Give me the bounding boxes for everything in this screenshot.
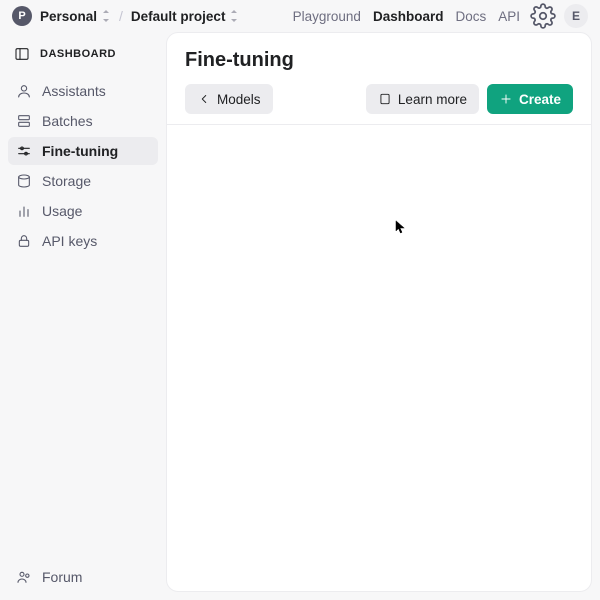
sidebar-title: DASHBOARD (8, 42, 158, 76)
back-label: Models (217, 92, 261, 107)
sidebar-item-forum[interactable]: Forum (8, 563, 158, 591)
topnav-playground[interactable]: Playground (291, 5, 363, 28)
sidebar-item-label: Forum (42, 569, 82, 585)
settings-button[interactable] (530, 3, 556, 29)
project-name: Default project (131, 9, 226, 24)
batches-icon (16, 113, 32, 129)
chevron-left-icon (197, 92, 211, 106)
cursor-icon (395, 220, 405, 234)
book-icon (378, 92, 392, 106)
create-button[interactable]: Create (487, 84, 573, 114)
topnav-api[interactable]: API (496, 5, 522, 28)
plus-icon (499, 92, 513, 106)
breadcrumb-sep: / (119, 8, 123, 24)
sidebar: DASHBOARD Assistants Batches Fine-tuning… (0, 32, 166, 600)
chevron-updown-icon (229, 10, 239, 22)
sidebar-item-label: Storage (42, 173, 91, 189)
workspace-avatar[interactable]: P (12, 6, 32, 26)
lock-icon (16, 233, 32, 249)
sidebar-title-label: DASHBOARD (40, 48, 116, 60)
assistant-icon (16, 83, 32, 99)
user-avatar[interactable]: E (564, 4, 588, 28)
chevron-updown-icon (101, 10, 111, 22)
sidebar-item-label: Fine-tuning (42, 143, 118, 159)
sidebar-item-api-keys[interactable]: API keys (8, 227, 158, 255)
main-panel: Fine-tuning Models Learn more Create (166, 32, 592, 592)
sidebar-item-label: Assistants (42, 83, 106, 99)
usage-icon (16, 203, 32, 219)
learn-more-button[interactable]: Learn more (366, 84, 479, 114)
sidebar-item-batches[interactable]: Batches (8, 107, 158, 135)
project-switcher[interactable]: Default project (131, 9, 240, 24)
sliders-icon (16, 143, 32, 159)
panel-icon (14, 46, 30, 62)
toolbar: Models Learn more Create (185, 84, 573, 114)
back-to-models-button[interactable]: Models (185, 84, 273, 114)
sidebar-item-label: Usage (42, 203, 82, 219)
forum-icon (16, 569, 32, 585)
content-area (167, 125, 591, 591)
page-title: Fine-tuning (185, 49, 573, 72)
sidebar-item-storage[interactable]: Storage (8, 167, 158, 195)
app-header: P Personal / Default project Playground … (0, 0, 600, 32)
topnav-docs[interactable]: Docs (453, 5, 488, 28)
sidebar-item-label: API keys (42, 233, 97, 249)
storage-icon (16, 173, 32, 189)
sidebar-item-assistants[interactable]: Assistants (8, 77, 158, 105)
learn-more-label: Learn more (398, 92, 467, 107)
workspace-switcher[interactable]: Personal (40, 9, 111, 24)
sidebar-item-fine-tuning[interactable]: Fine-tuning (8, 137, 158, 165)
sidebar-item-usage[interactable]: Usage (8, 197, 158, 225)
create-label: Create (519, 92, 561, 107)
workspace-name: Personal (40, 9, 97, 24)
topnav-dashboard[interactable]: Dashboard (371, 5, 446, 28)
sidebar-item-label: Batches (42, 113, 93, 129)
gear-icon (530, 3, 556, 29)
